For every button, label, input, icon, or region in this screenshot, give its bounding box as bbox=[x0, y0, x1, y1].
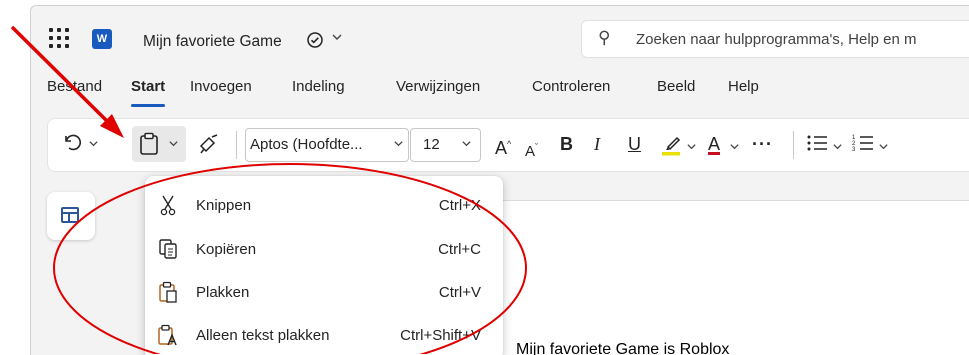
tab-help[interactable]: Help bbox=[728, 78, 759, 95]
scissors-icon bbox=[157, 194, 179, 216]
word-window: W Mijn favoriete Game ⚲ Zoeken naar hulp… bbox=[30, 5, 969, 355]
tab-controleren[interactable]: Controleren bbox=[532, 78, 610, 95]
document-page[interactable]: Mijn favoriete Game is Roblox bbox=[473, 200, 969, 355]
title-bar: W Mijn favoriete Game ⚲ Zoeken naar hulp… bbox=[31, 6, 969, 72]
bullet-list-icon[interactable] bbox=[806, 132, 828, 161]
copy-icon bbox=[157, 238, 179, 260]
undo-icon[interactable] bbox=[60, 131, 82, 160]
menu-item-alleen-tekst-plakken[interactable]: Alleen tekst plakken Ctrl+Shift+V bbox=[145, 314, 503, 355]
panel-layout-icon bbox=[61, 207, 79, 223]
tab-invoegen[interactable]: Invoegen bbox=[190, 78, 252, 95]
document-title[interactable]: Mijn favoriete Game bbox=[143, 33, 282, 51]
paste-dropdown-menu: Knippen Ctrl+X Kopiëren Ctrl+C Plakken C… bbox=[145, 176, 503, 355]
clipboard-icon bbox=[138, 132, 160, 161]
highlight-color-swatch bbox=[662, 152, 680, 156]
menu-item-label: Kopiëren bbox=[196, 241, 257, 258]
bullet-list-chevron-down-icon[interactable] bbox=[832, 133, 843, 159]
tab-verwijzingen[interactable]: Verwijzingen bbox=[396, 78, 480, 95]
menu-item-label: Knippen bbox=[196, 197, 252, 214]
tab-start[interactable]: Start bbox=[131, 78, 166, 107]
shrink-font-label: A bbox=[525, 143, 536, 160]
numbered-list-icon[interactable]: 123 bbox=[852, 132, 874, 161]
format-painter-icon[interactable] bbox=[197, 132, 221, 163]
app-launcher-icon[interactable] bbox=[49, 28, 73, 52]
word-logo-icon: W bbox=[92, 29, 112, 49]
paste-chevron-down-icon[interactable] bbox=[168, 136, 179, 154]
paste-text-only-icon bbox=[157, 324, 179, 346]
menu-item-shortcut: Ctrl+C bbox=[438, 241, 481, 258]
cloud-sync-icon bbox=[306, 31, 324, 52]
font-color-chevron-down-icon[interactable] bbox=[729, 133, 740, 159]
menu-item-plakken[interactable]: Plakken Ctrl+V bbox=[145, 271, 503, 315]
grow-font-button[interactable]: A^ bbox=[495, 131, 511, 161]
menu-item-shortcut: Ctrl+X bbox=[438, 197, 481, 214]
bold-button[interactable]: B bbox=[560, 131, 573, 157]
italic-button[interactable]: I bbox=[594, 131, 600, 157]
font-chevron-down-icon bbox=[393, 138, 404, 152]
search-input[interactable]: Zoeken naar hulpprogramma's, Help en m bbox=[636, 31, 917, 48]
document-body-text[interactable]: Mijn favoriete Game is Roblox bbox=[516, 341, 729, 355]
highlight-chevron-down-icon[interactable] bbox=[686, 133, 697, 159]
font-size-value: 12 bbox=[423, 136, 440, 153]
menu-item-label: Plakken bbox=[196, 284, 250, 301]
svg-text:3: 3 bbox=[852, 147, 856, 153]
tab-bestand[interactable]: Bestand bbox=[47, 78, 102, 95]
ribbon-toolbar: Aptos (Hoofdte... 12 A^ Aˇ B I U A ··· 1… bbox=[47, 118, 969, 172]
ribbon-separator bbox=[793, 131, 794, 159]
font-size-select[interactable]: 12 bbox=[410, 128, 481, 162]
search-box[interactable]: ⚲ Zoeken naar hulpprogramma's, Help en m bbox=[581, 20, 969, 58]
menu-item-shortcut: Ctrl+V bbox=[438, 284, 481, 301]
clipboard-icon bbox=[157, 281, 179, 303]
navigation-pane-button[interactable] bbox=[47, 192, 95, 240]
undo-chevron-down-icon[interactable] bbox=[88, 133, 99, 159]
numbered-list-chevron-down-icon[interactable] bbox=[878, 133, 889, 159]
ribbon-separator bbox=[236, 131, 237, 159]
tab-indeling[interactable]: Indeling bbox=[292, 78, 345, 95]
font-size-chevron-down-icon bbox=[461, 138, 472, 152]
underline-button[interactable]: U bbox=[628, 131, 641, 157]
font-name-value: Aptos (Hoofdte... bbox=[250, 136, 363, 153]
tab-beeld[interactable]: Beeld bbox=[657, 78, 695, 95]
highlight-icon[interactable] bbox=[660, 132, 684, 163]
font-color-button[interactable]: A bbox=[708, 131, 720, 157]
menu-item-shortcut: Ctrl+Shift+V bbox=[400, 327, 481, 344]
menu-item-label: Alleen tekst plakken bbox=[196, 327, 330, 344]
font-name-select[interactable]: Aptos (Hoofdte... bbox=[245, 128, 409, 162]
title-chevron-down-icon[interactable] bbox=[331, 30, 343, 46]
shrink-font-button[interactable]: Aˇ bbox=[525, 134, 538, 165]
menu-item-knippen[interactable]: Knippen Ctrl+X bbox=[145, 184, 503, 228]
menu-item-kopieren[interactable]: Kopiëren Ctrl+C bbox=[145, 228, 503, 272]
grow-font-label: A bbox=[495, 138, 508, 158]
more-options-button[interactable]: ··· bbox=[752, 131, 773, 157]
paste-button[interactable] bbox=[132, 126, 186, 162]
search-icon: ⚲ bbox=[598, 28, 611, 47]
